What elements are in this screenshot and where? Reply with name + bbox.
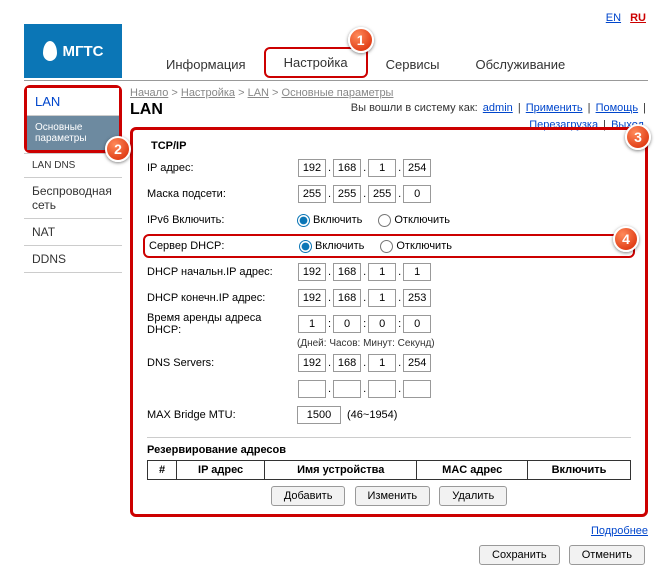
add-button[interactable]: Добавить: [271, 486, 346, 506]
language-bar: EN RU: [600, 12, 646, 24]
crumb-start[interactable]: Начало: [130, 87, 168, 99]
lease-hours[interactable]: [333, 315, 361, 333]
lease-note: (Дней: Часов: Минут: Секунд): [297, 338, 631, 349]
tcpip-panel: 3 TCP/IP IP адрес: . . . Маска подсети: …: [130, 127, 648, 517]
mtu-input[interactable]: [297, 406, 341, 424]
ipv6-label: IPv6 Включить:: [147, 214, 297, 226]
logo-text: МГТС: [63, 43, 104, 60]
ip-octet-2[interactable]: [333, 159, 361, 177]
lease-sec[interactable]: [403, 315, 431, 333]
sidebar-item-nat[interactable]: NAT: [24, 218, 122, 245]
dns1-3[interactable]: [368, 354, 396, 372]
more-link[interactable]: Подробнее: [591, 525, 648, 537]
ip-octet-4[interactable]: [403, 159, 431, 177]
dhcp-label: Сервер DHCP:: [149, 240, 299, 252]
mask-octet-4[interactable]: [403, 185, 431, 203]
col-mac: MAC адрес: [417, 461, 528, 480]
lease-label: Время аренды адреса DHCP:: [147, 312, 297, 336]
dhcp-end-2[interactable]: [333, 289, 361, 307]
dhcp-start-1[interactable]: [298, 263, 326, 281]
dns1-2[interactable]: [333, 354, 361, 372]
mask-label: Маска подсети:: [147, 188, 297, 200]
callout-1: 1: [348, 27, 374, 53]
delete-button[interactable]: Удалить: [439, 486, 507, 506]
logo: МГТС: [24, 24, 122, 78]
col-name: Имя устройства: [265, 461, 417, 480]
edit-button[interactable]: Изменить: [355, 486, 431, 506]
dns1-1[interactable]: [298, 354, 326, 372]
crumb-lan[interactable]: LAN: [248, 87, 269, 99]
col-num: #: [148, 461, 177, 480]
mask-octet-3[interactable]: [368, 185, 396, 203]
col-ip: IP адрес: [177, 461, 265, 480]
mtu-range: (46~1954): [347, 409, 397, 421]
lease-min[interactable]: [368, 315, 396, 333]
tab-services[interactable]: Сервисы: [368, 51, 458, 78]
user-link[interactable]: admin: [483, 102, 513, 114]
lang-ru-link[interactable]: RU: [630, 12, 646, 24]
dns2-3[interactable]: [368, 380, 396, 398]
cancel-button[interactable]: Отменить: [569, 545, 645, 565]
tab-info[interactable]: Информация: [148, 51, 264, 78]
dns2-1[interactable]: [298, 380, 326, 398]
sidebar: LAN Основные параметры 2 LAN DNS Беспров…: [24, 85, 122, 565]
reserve-table: # IP адрес Имя устройства MAC адрес Вклю…: [147, 460, 631, 480]
dhcp-off-radio[interactable]: Отключить: [380, 240, 452, 253]
dhcp-start-2[interactable]: [333, 263, 361, 281]
dns-label: DNS Servers:: [147, 357, 297, 369]
dhcp-end-4[interactable]: [403, 289, 431, 307]
dhcp-start-label: DHCP начальн.IP адрес:: [147, 266, 297, 278]
ip-octet-1[interactable]: [298, 159, 326, 177]
dhcp-end-3[interactable]: [368, 289, 396, 307]
dhcp-end-1[interactable]: [298, 289, 326, 307]
tcpip-legend: TCP/IP: [147, 138, 631, 154]
breadcrumb: Начало > Настройка > LAN > Основные пара…: [130, 87, 648, 99]
apply-link[interactable]: Применить: [526, 102, 583, 114]
tab-maint[interactable]: Обслуживание: [457, 51, 583, 78]
mask-octet-1[interactable]: [298, 185, 326, 203]
drop-icon: [43, 41, 57, 61]
dns1-4[interactable]: [403, 354, 431, 372]
top-tabs: Информация Настройка 1 Сервисы Обслужива…: [148, 48, 583, 78]
callout-2: 2: [105, 136, 131, 162]
dns2-2[interactable]: [333, 380, 361, 398]
mask-octet-2[interactable]: [333, 185, 361, 203]
lease-days[interactable]: [298, 315, 326, 333]
lang-en-link[interactable]: EN: [606, 12, 621, 24]
ipv6-on-radio[interactable]: Включить: [297, 214, 362, 227]
tab-setup[interactable]: Настройка 1: [264, 47, 368, 78]
col-en: Включить: [528, 461, 631, 480]
ip-label: IP адрес:: [147, 162, 297, 174]
callout-4: 4: [613, 226, 639, 252]
help-link[interactable]: Помощь: [596, 102, 639, 114]
dhcp-on-radio[interactable]: Включить: [299, 240, 364, 253]
crumb-setup[interactable]: Настройка: [181, 87, 235, 99]
sidebar-item-lan[interactable]: LAN: [27, 88, 119, 115]
ip-octet-3[interactable]: [368, 159, 396, 177]
ipv6-off-radio[interactable]: Отключить: [378, 214, 450, 227]
crumb-basic[interactable]: Основные параметры: [282, 87, 394, 99]
save-button[interactable]: Сохранить: [479, 545, 560, 565]
sidebar-item-ddns[interactable]: DDNS: [24, 245, 122, 273]
dns2-4[interactable]: [403, 380, 431, 398]
mtu-label: MAX Bridge MTU:: [147, 409, 297, 421]
dhcp-start-4[interactable]: [403, 263, 431, 281]
sidebar-item-wireless[interactable]: Беспроводная сеть: [24, 177, 122, 218]
callout-3: 3: [625, 124, 651, 150]
dhcp-start-3[interactable]: [368, 263, 396, 281]
dhcp-end-label: DHCP конечн.IP адрес:: [147, 292, 297, 304]
reserve-legend: Резервирование адресов: [147, 437, 631, 456]
